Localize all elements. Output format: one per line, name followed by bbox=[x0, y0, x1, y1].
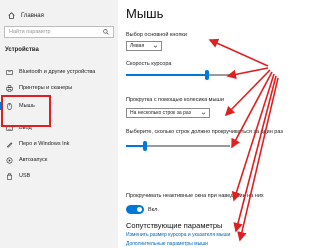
selection-highlight-frame bbox=[1, 95, 51, 127]
primary-button-dropdown[interactable]: Левая bbox=[126, 41, 162, 51]
autoplay-icon bbox=[6, 157, 13, 163]
printer-icon bbox=[6, 84, 13, 92]
sidebar-item-label: Автозапуск bbox=[19, 157, 48, 163]
bluetooth-icon bbox=[6, 69, 13, 75]
sidebar-item-printers[interactable]: Принтеры и сканеры bbox=[0, 82, 118, 94]
home-link[interactable]: Главная bbox=[8, 12, 44, 19]
sidebar: Главная Устройства Bluetooth и другие ус… bbox=[0, 0, 118, 248]
wheel-scroll-dropdown[interactable]: На несколько строк за раз bbox=[126, 108, 210, 118]
cursor-speed-slider[interactable] bbox=[126, 70, 230, 80]
search-icon[interactable] bbox=[103, 29, 109, 35]
cursor-speed-label: Скорость курсора bbox=[126, 61, 172, 67]
primary-button-value: Левая bbox=[130, 43, 145, 49]
related-settings-title: Сопутствующие параметры bbox=[126, 221, 223, 230]
section-title: Устройства bbox=[5, 47, 39, 53]
slider-thumb[interactable] bbox=[142, 141, 147, 151]
sidebar-item-bluetooth[interactable]: Bluetooth и другие устройства bbox=[0, 66, 118, 78]
page-title: Мышь bbox=[126, 6, 164, 21]
primary-button-label: Выбор основной кнопки bbox=[126, 32, 187, 38]
inactive-scroll-toggle[interactable] bbox=[126, 205, 144, 214]
usb-icon bbox=[7, 172, 12, 180]
toggle-state-label: Вкл. bbox=[148, 206, 159, 213]
slider-thumb[interactable] bbox=[205, 70, 210, 80]
sidebar-item-usb[interactable]: USB bbox=[0, 170, 118, 182]
scroll-lines-slider[interactable] bbox=[126, 141, 230, 151]
search-input[interactable] bbox=[9, 29, 103, 35]
slider-fill bbox=[126, 74, 208, 76]
pen-icon bbox=[7, 141, 13, 148]
sidebar-item-label: Перо и Windows Ink bbox=[19, 141, 70, 147]
scroll-lines-label: Выберите, сколько строк должно прокручив… bbox=[126, 129, 283, 135]
wheel-scroll-value: На несколько строк за раз bbox=[130, 110, 191, 116]
wheel-scroll-label: Прокрутка с помощью колесика мыши bbox=[126, 97, 224, 103]
sidebar-item-autoplay[interactable]: Автозапуск bbox=[0, 154, 118, 166]
sidebar-item-label: Принтеры и сканеры bbox=[19, 85, 73, 91]
home-icon bbox=[8, 12, 15, 19]
cursor-size-link[interactable]: Изменить размер курсора и указателя мыши bbox=[126, 232, 230, 238]
sidebar-item-label: Bluetooth и другие устройства bbox=[19, 69, 96, 75]
main-panel: Мышь Выбор основной кнопки Левая Скорост… bbox=[118, 0, 300, 248]
sidebar-item-pen[interactable]: Перо и Windows Ink bbox=[0, 138, 118, 150]
toggle-knob bbox=[137, 207, 142, 212]
slider-fill bbox=[126, 145, 145, 147]
sidebar-item-label: USB bbox=[19, 173, 31, 179]
inactive-scroll-label: Прокручивать неактивные окна при наведен… bbox=[126, 193, 264, 199]
chevron-down-icon bbox=[201, 112, 206, 115]
additional-mouse-settings-link[interactable]: Дополнительные параметры мыши bbox=[126, 241, 208, 247]
search-box[interactable] bbox=[4, 26, 114, 38]
inactive-scroll-toggle-row: Вкл. bbox=[126, 205, 159, 214]
home-label: Главная bbox=[21, 12, 44, 19]
chevron-down-icon bbox=[153, 45, 158, 48]
